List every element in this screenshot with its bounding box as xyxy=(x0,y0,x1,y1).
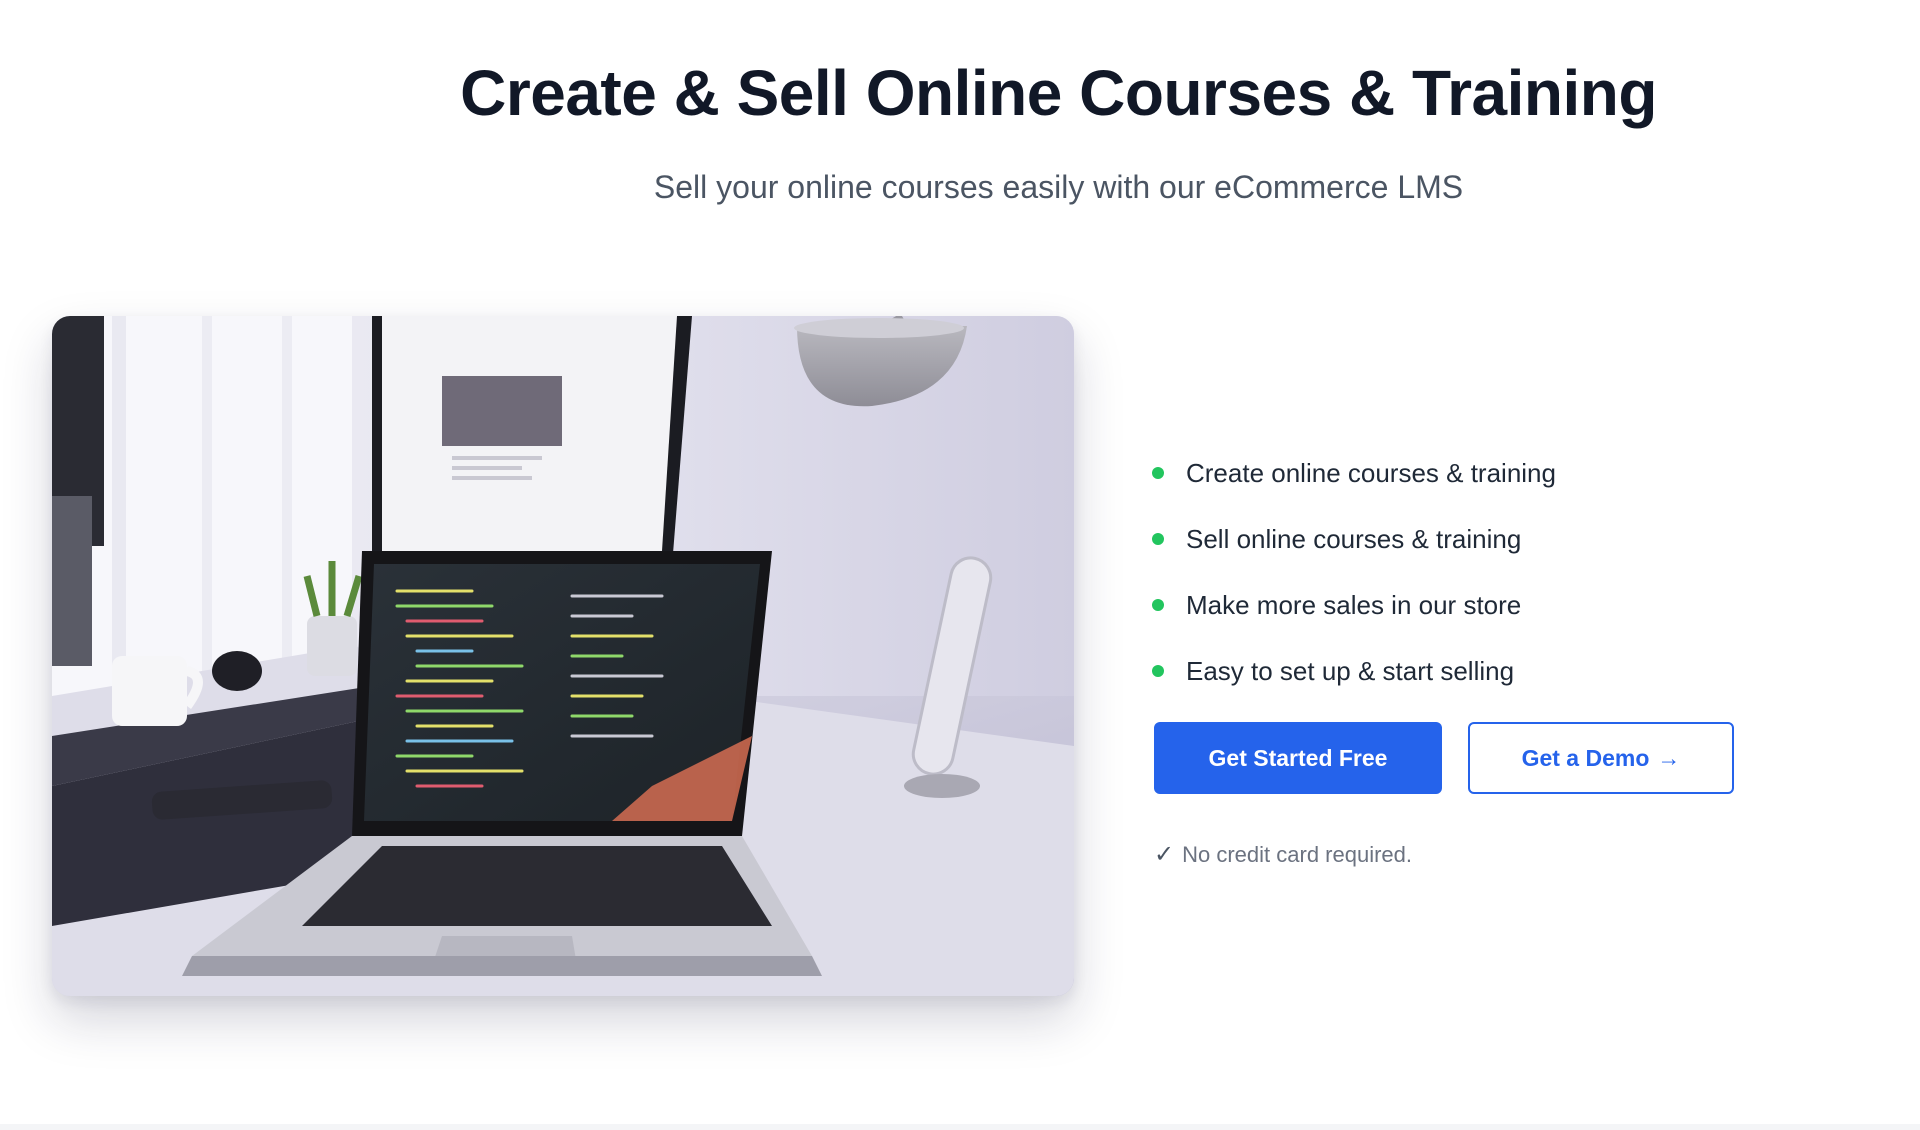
feature-label: Create online courses & training xyxy=(1186,457,1556,488)
feature-item: Create online courses & training xyxy=(1152,440,1556,506)
landing-page: Create & Sell Online Courses & Training … xyxy=(0,0,1920,1130)
no-credit-card-note: ✓ No credit card required. xyxy=(1154,840,1412,869)
feature-item: Sell online courses & training xyxy=(1152,506,1556,572)
cta-row: Get Started Free Get a Demo → xyxy=(1154,722,1734,794)
feature-item: Easy to set up & start selling xyxy=(1152,638,1556,704)
feature-label: Sell online courses & training xyxy=(1186,523,1522,554)
feature-list: Create online courses & training Sell on… xyxy=(1152,440,1556,704)
bullet-dot-icon xyxy=(1152,665,1164,677)
bullet-dot-icon xyxy=(1152,599,1164,611)
get-a-demo-button[interactable]: Get a Demo → xyxy=(1468,722,1734,794)
feature-item: Make more sales in our store xyxy=(1152,572,1556,638)
feature-label: Easy to set up & start selling xyxy=(1186,655,1515,686)
get-a-demo-label: Get a Demo xyxy=(1521,744,1650,771)
page-title: Create & Sell Online Courses & Training xyxy=(460,57,1657,129)
get-started-free-button[interactable]: Get Started Free xyxy=(1154,722,1442,794)
note-text: No credit card required. xyxy=(1182,841,1412,867)
section-divider xyxy=(0,1124,1920,1130)
hero-image xyxy=(52,316,1074,996)
arrow-right-icon: → xyxy=(1657,744,1681,771)
bullet-dot-icon xyxy=(1152,533,1164,545)
bullet-dot-icon xyxy=(1152,467,1164,479)
check-icon: ✓ xyxy=(1154,841,1175,868)
page-subtitle: Sell your online courses easily with our… xyxy=(653,169,1464,205)
feature-label: Make more sales in our store xyxy=(1186,589,1522,620)
